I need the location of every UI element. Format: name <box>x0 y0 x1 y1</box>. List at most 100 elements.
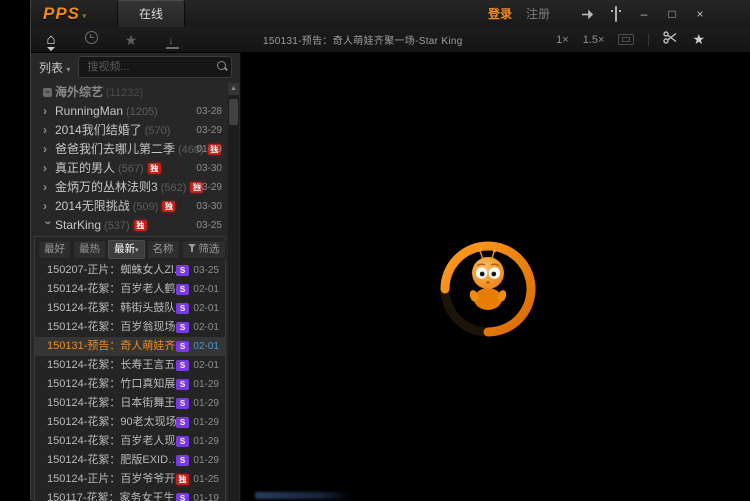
episode-date: 02-01 <box>193 337 219 356</box>
category-date: 03-30 <box>196 197 222 216</box>
login-link[interactable]: 登录 <box>488 5 512 22</box>
loading-spinner <box>428 229 548 349</box>
home-button[interactable]: ⌂ <box>31 29 71 51</box>
category-row[interactable]: 金炳万的丛林法则3(562)独 03-29 <box>31 178 240 197</box>
chevron-down-icon: ▾ <box>66 65 70 74</box>
filter-label: 最热 <box>79 243 100 255</box>
history-button[interactable] <box>71 31 111 49</box>
maximize-button[interactable]: □ <box>664 6 680 22</box>
minimize-button[interactable]: – <box>636 6 652 22</box>
episode-badge: S <box>176 341 189 352</box>
scissors-icon[interactable] <box>663 31 678 49</box>
episode-date: 02-01 <box>193 280 219 299</box>
exclusive-badge: 独 <box>134 220 147 231</box>
episode-row[interactable]: 150124-花絮：百岁老人鹤发童... S 02-01 <box>35 280 225 299</box>
category-date: 01-19 <box>196 140 222 159</box>
starking-episode-panel: 最好 最热最新▾名称筛选 150207-正片：蜘蛛女人Zlata软... S 03… <box>34 236 226 501</box>
episode-row[interactable]: 150207-正片：蜘蛛女人Zlata软... S 03-25 <box>35 261 225 280</box>
episode-title: 150124-花絮：日本街舞王子竹... <box>47 394 189 413</box>
speed-15x-button[interactable]: 1.5× <box>583 34 605 46</box>
category-row[interactable]: −海外综艺(11232) <box>31 83 240 102</box>
star-icon: ★ <box>125 32 138 48</box>
chevron-right-icon <box>43 121 55 140</box>
download-icon: ↓ <box>168 31 174 49</box>
category-date: 03-28 <box>196 102 222 121</box>
pin-icon[interactable] <box>580 7 596 21</box>
episode-row[interactable]: 150124-花絮：百岁老人现场舞... S 01-29 <box>35 432 225 451</box>
buffer-status-text <box>255 492 351 499</box>
close-button[interactable]: × <box>692 6 708 22</box>
category-row[interactable]: RunningMan(1205) 03-28 <box>31 102 240 121</box>
episode-title: 150124-花絮：肥版EXID热舞不... <box>47 451 189 470</box>
episode-row[interactable]: 150124-花絮：竹口真知展神技... S 01-29 <box>35 375 225 394</box>
category-date: 03-30 <box>196 159 222 178</box>
funnel-icon <box>188 243 197 252</box>
download-button[interactable]: ↓ <box>151 31 191 49</box>
episode-row[interactable]: 150124-花絮：长寿王言五味子... S 02-01 <box>35 356 225 375</box>
pps-mascot <box>468 247 508 310</box>
video-player-area[interactable] <box>241 53 750 501</box>
episode-row[interactable]: 150117-花絮：家务女王生活妙... S 01-19 <box>35 489 225 501</box>
episode-row[interactable]: 150131-预告：奇人萌娃齐聚一... S 02-01 <box>35 337 225 356</box>
episode-date: 01-25 <box>193 470 219 489</box>
chevron-right-icon <box>43 197 55 216</box>
episode-badge: S <box>176 455 189 466</box>
episode-title: 150124-花絮：韩街头鼓队与竹... <box>47 299 189 318</box>
episode-badge: S <box>176 322 189 333</box>
episode-date: 01-29 <box>193 375 219 394</box>
filter-button[interactable]: 筛选 <box>182 240 226 259</box>
sidebar: 列表 ▾ −海外综艺(11232) RunningMan(1205) 03-28… <box>31 53 241 501</box>
episode-row[interactable]: 150124-花絮：百岁翁现场观相... S 02-01 <box>35 318 225 337</box>
episode-row[interactable]: 150124-花絮：韩街头鼓队与竹... S 02-01 <box>35 299 225 318</box>
filter-bar: 最好 最热最新▾名称筛选 <box>35 237 225 261</box>
category-row[interactable]: 真正的男人(567)独 03-30 <box>31 159 240 178</box>
category-row[interactable]: 2014我们结婚了(570) 03-29 <box>31 121 240 140</box>
chevron-right-icon <box>43 140 55 159</box>
episode-row[interactable]: 150124-花絮：肥版EXID热舞不... S 01-29 <box>35 451 225 470</box>
category-name: 2014无限挑战 <box>55 199 130 213</box>
episode-badge: S <box>176 436 189 447</box>
pps-logo[interactable]: PPS▾ <box>43 4 88 24</box>
category-date: 03-25 <box>196 216 222 235</box>
filter-button[interactable]: 最好 <box>38 240 71 259</box>
category-tree: −海外综艺(11232) RunningMan(1205) 03-28 2014… <box>31 83 240 501</box>
filter-button[interactable]: 最新▾ <box>108 240 145 259</box>
category-row[interactable]: 爸爸我们去哪儿第二季(460)独 01-19 <box>31 140 240 159</box>
category-count: (1205) <box>126 106 158 118</box>
skin-mode-icon[interactable] <box>608 6 624 22</box>
divider <box>648 34 649 46</box>
sidebar-scrollbar[interactable]: ▲ <box>228 83 239 501</box>
favorites-button[interactable]: ★ <box>111 29 151 51</box>
filter-button[interactable]: 名称 <box>147 240 180 259</box>
episode-row[interactable]: 150124-花絮：90老太现场掰手... S 01-29 <box>35 413 225 432</box>
scroll-up-icon[interactable]: ▲ <box>228 83 239 95</box>
list-dropdown-label: 列表 <box>39 61 63 75</box>
category-row[interactable]: StarKing(537)独 03-25 <box>31 216 240 235</box>
tab-online[interactable]: 在线 <box>117 0 185 27</box>
list-dropdown[interactable]: 列表 ▾ <box>39 59 70 76</box>
chevron-right-icon <box>38 221 57 233</box>
category-date: 03-29 <box>196 121 222 140</box>
category-row[interactable]: 2014无限挑战(509)独 03-30 <box>31 197 240 216</box>
episode-badge: 独 <box>176 474 189 485</box>
category-count: (537) <box>104 220 130 232</box>
minus-box-icon[interactable]: − <box>43 88 52 97</box>
episode-date: 01-29 <box>193 394 219 413</box>
home-icon: ⌂ <box>46 31 55 48</box>
favorite-video-star-icon[interactable]: ★ <box>692 31 705 48</box>
search-icon[interactable] <box>217 61 226 70</box>
scrollbar-thumb[interactable] <box>229 99 238 125</box>
filter-button[interactable]: 最热 <box>73 240 106 259</box>
filter-label: 最好 <box>44 243 65 255</box>
episode-row[interactable]: 150124-花絮：日本街舞王子竹... S 01-29 <box>35 394 225 413</box>
category-list: −海外综艺(11232) RunningMan(1205) 03-28 2014… <box>31 83 240 235</box>
register-link[interactable]: 注册 <box>526 5 550 22</box>
aspect-ratio-icon[interactable] <box>618 34 634 45</box>
episode-title: 150124-花絮：百岁翁现场观相... <box>47 318 189 337</box>
speed-1x-button[interactable]: 1× <box>556 34 569 46</box>
chevron-right-icon <box>43 159 55 178</box>
episode-row[interactable]: 150124-正片：百岁爷爷开车录... 独 01-25 <box>35 470 225 489</box>
category-name: 爸爸我们去哪儿第二季 <box>55 142 175 156</box>
episode-title: 150207-正片：蜘蛛女人Zlata软... <box>47 261 189 280</box>
category-name: 真正的男人 <box>55 161 115 175</box>
